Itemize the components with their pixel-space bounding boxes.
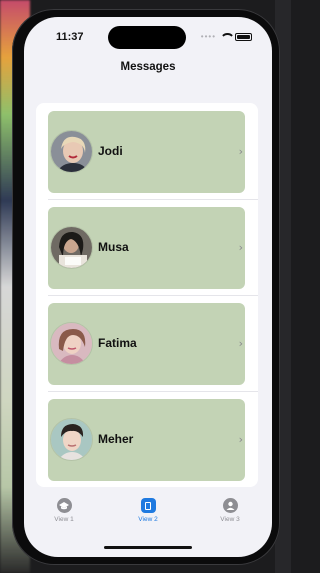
chevron-right-icon: › — [238, 145, 243, 158]
dynamic-island — [108, 26, 186, 49]
contact-name: Jodi — [98, 144, 123, 158]
avatar — [50, 322, 93, 365]
contact-row-meher[interactable]: Meher › — [48, 399, 245, 481]
status-bar: 11:37 •••• — [24, 17, 272, 57]
tab-view-1[interactable]: View 1 — [34, 498, 94, 523]
contact-name: Meher — [98, 432, 134, 446]
status-time: 11:37 — [56, 31, 84, 43]
row-divider — [48, 295, 258, 296]
tab-label: View 3 — [220, 516, 240, 523]
signal-dots-icon: •••• — [200, 32, 216, 41]
avatar — [50, 418, 93, 461]
graduation-cap-icon — [56, 498, 72, 513]
tab-view-2[interactable]: View 2 — [118, 498, 178, 523]
page-title: Messages — [120, 61, 176, 73]
tab-bar: View 1 View 2 View 3 — [24, 495, 272, 557]
home-indicator[interactable] — [104, 546, 192, 549]
contact-name: Fatima — [98, 336, 137, 350]
chevron-right-icon: › — [238, 337, 243, 350]
wifi-icon — [220, 32, 235, 41]
tab-label: View 1 — [54, 516, 74, 523]
chevron-right-icon: › — [238, 433, 243, 446]
book-icon — [140, 498, 156, 513]
avatar — [50, 130, 93, 173]
contact-row-musa[interactable]: Musa › — [48, 207, 245, 289]
contact-name: Musa — [98, 240, 129, 254]
contact-row-jodi[interactable]: Jodi › — [48, 111, 245, 193]
contacts-list: Jodi › Musa › Fatima › Meher › — [36, 103, 258, 487]
row-divider — [48, 391, 258, 392]
row-divider — [48, 199, 258, 200]
app-screen: 11:37 •••• Messages Jodi › Musa › Fatima… — [24, 17, 272, 557]
person-circle-icon — [222, 498, 238, 513]
tab-view-3[interactable]: View 3 — [200, 498, 260, 523]
battery-icon — [235, 32, 252, 41]
chevron-right-icon: › — [238, 241, 243, 254]
avatar — [50, 226, 93, 269]
contact-row-fatima[interactable]: Fatima › — [48, 303, 245, 385]
status-icons: •••• — [201, 32, 252, 41]
tab-label: View 2 — [138, 516, 158, 523]
